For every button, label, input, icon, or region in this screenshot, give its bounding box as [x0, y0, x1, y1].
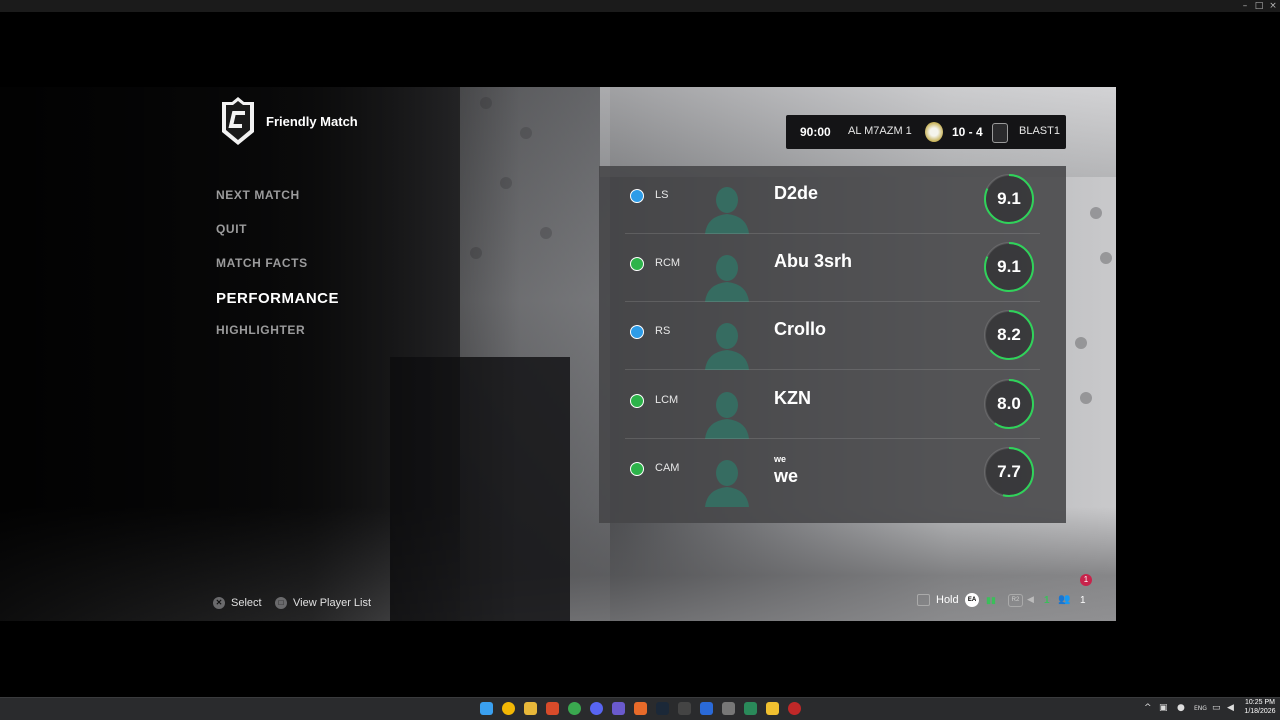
player-rating: 8.0: [997, 393, 1021, 413]
steam-icon[interactable]: [656, 702, 669, 715]
app-icon[interactable]: [634, 702, 647, 715]
taskbar: ^ ▣ ● ENG ▭ ◀ 10:25 PM 1/18/2026: [0, 697, 1280, 720]
tray-app-icon[interactable]: ▣: [1159, 703, 1168, 713]
cross-button-icon: ✕: [213, 597, 225, 609]
player-silhouette-icon: [705, 255, 749, 303]
player-silhouette-icon: [705, 391, 749, 439]
brave-icon[interactable]: [546, 702, 559, 715]
wall-logo: [1100, 252, 1112, 264]
menu-quit[interactable]: QUIT: [216, 222, 247, 236]
player-position: LS: [655, 189, 669, 201]
player-name-secondary: we: [774, 453, 787, 464]
view-player-list-hint[interactable]: View Player List: [293, 597, 371, 609]
wall-logo: [1080, 392, 1092, 404]
wall-logo: [1075, 337, 1087, 349]
player-name: Crollo: [774, 319, 826, 340]
player-rating: 7.7: [997, 461, 1021, 481]
app-icon[interactable]: [502, 702, 515, 715]
app-icon[interactable]: [766, 702, 779, 715]
menu-highlighter[interactable]: HIGHLIGHTER: [216, 323, 305, 337]
away-team-name: BLAST1: [1019, 125, 1060, 137]
notification-badge[interactable]: 1: [1080, 574, 1092, 586]
player-position: CAM: [655, 461, 680, 474]
app-icon[interactable]: [700, 702, 713, 715]
position-dot-icon: [630, 461, 644, 476]
menu-next-match[interactable]: NEXT MATCH: [216, 188, 300, 202]
position-dot-icon: [630, 325, 644, 340]
menu-match-facts[interactable]: MATCH FACTS: [216, 256, 308, 270]
player-rating: 9.1: [997, 257, 1021, 277]
language-indicator[interactable]: ENG: [1194, 705, 1207, 712]
menu-performance[interactable]: PERFORMANCE: [216, 290, 339, 307]
mode-title: Friendly Match: [266, 114, 358, 129]
home-team-badge-icon: [925, 122, 943, 142]
player-name: we: [774, 465, 799, 486]
player-name: KZN: [774, 387, 811, 408]
wall-logo: [520, 127, 532, 139]
signal-bars-icon: ▮▮: [986, 595, 996, 605]
game-mode-crest-icon: [222, 97, 254, 145]
player-silhouette-icon: [705, 187, 749, 234]
player-position: LCM: [655, 393, 679, 406]
player-row[interactable]: RCM Abu 3srh 9.1: [599, 234, 1066, 303]
app-icon[interactable]: [788, 702, 801, 715]
player-silhouette-icon: [705, 323, 749, 371]
window-titlebar: – □ ×: [0, 0, 1280, 12]
party-count: 1: [1080, 595, 1086, 606]
start-icon[interactable]: [480, 702, 493, 715]
microphone-icon[interactable]: ●: [1177, 703, 1185, 713]
player-position: RS: [655, 325, 671, 338]
clock-time[interactable]: 10:25 PM: [1244, 699, 1276, 706]
player-row[interactable]: CAM we we 7.7: [599, 439, 1066, 507]
ea-icon[interactable]: EA: [965, 593, 979, 607]
file-explorer-icon[interactable]: [524, 702, 537, 715]
minimize-button[interactable]: –: [1238, 0, 1252, 12]
match-score: 10 - 4: [952, 125, 983, 139]
party-icon[interactable]: 👥: [1058, 594, 1070, 605]
clock-date[interactable]: 1/18/2026: [1244, 708, 1276, 715]
settings-icon[interactable]: [722, 702, 735, 715]
player-rating: 9.1: [997, 189, 1021, 208]
player-row[interactable]: RS Crollo 8.2: [599, 302, 1066, 371]
close-button[interactable]: ×: [1266, 0, 1280, 12]
player-row[interactable]: LS D2de 9.1: [599, 166, 1066, 234]
chrome-icon[interactable]: [568, 702, 581, 715]
hold-label: Hold: [936, 594, 959, 606]
position-dot-icon: [630, 189, 644, 203]
screen: – □ × Friendly Match NEXT MATCH QUIT MAT…: [0, 0, 1280, 720]
app-icon[interactable]: [612, 702, 625, 715]
position-dot-icon: [630, 393, 644, 408]
chevron-up-icon[interactable]: ^: [1144, 703, 1152, 713]
volume-icon[interactable]: ◀: [1227, 703, 1234, 713]
network-icon[interactable]: ▭: [1212, 703, 1221, 713]
app-icon[interactable]: [678, 702, 691, 715]
touchpad-icon: [917, 594, 930, 606]
player-name: D2de: [774, 183, 819, 203]
match-clock: 90:00: [800, 125, 831, 139]
app-icon[interactable]: [744, 702, 757, 715]
scoreboard: 90:00 AL M7AZM 1 10 - 4 BLAST1: [786, 115, 1066, 149]
maximize-button[interactable]: □: [1252, 0, 1266, 12]
away-team-badge-icon: [992, 123, 1008, 143]
player-position: RCM: [655, 257, 681, 270]
home-team-name: AL M7AZM 1: [848, 125, 912, 137]
performance-panel: LS D2de 9.1 RCM Abu 3srh 9.1 RS Crollo 8.2 LCM KZN…: [599, 166, 1066, 523]
wall-logo: [1090, 207, 1102, 219]
discord-icon[interactable]: [590, 702, 603, 715]
square-button-icon: □: [275, 597, 287, 609]
speaker-icon: ◀: [1027, 594, 1034, 604]
wall-logo: [540, 227, 552, 239]
player-silhouette-icon: [705, 459, 749, 507]
player-name: Abu 3srh: [774, 251, 853, 272]
voice-count: 1: [1044, 595, 1050, 606]
position-dot-icon: [630, 257, 644, 272]
left-shade: [0, 87, 520, 621]
player-rating: 8.2: [997, 325, 1021, 345]
r2-button-icon: R2: [1008, 594, 1023, 607]
player-row[interactable]: LCM KZN 8.0: [599, 371, 1066, 439]
select-hint[interactable]: Select: [231, 597, 262, 609]
